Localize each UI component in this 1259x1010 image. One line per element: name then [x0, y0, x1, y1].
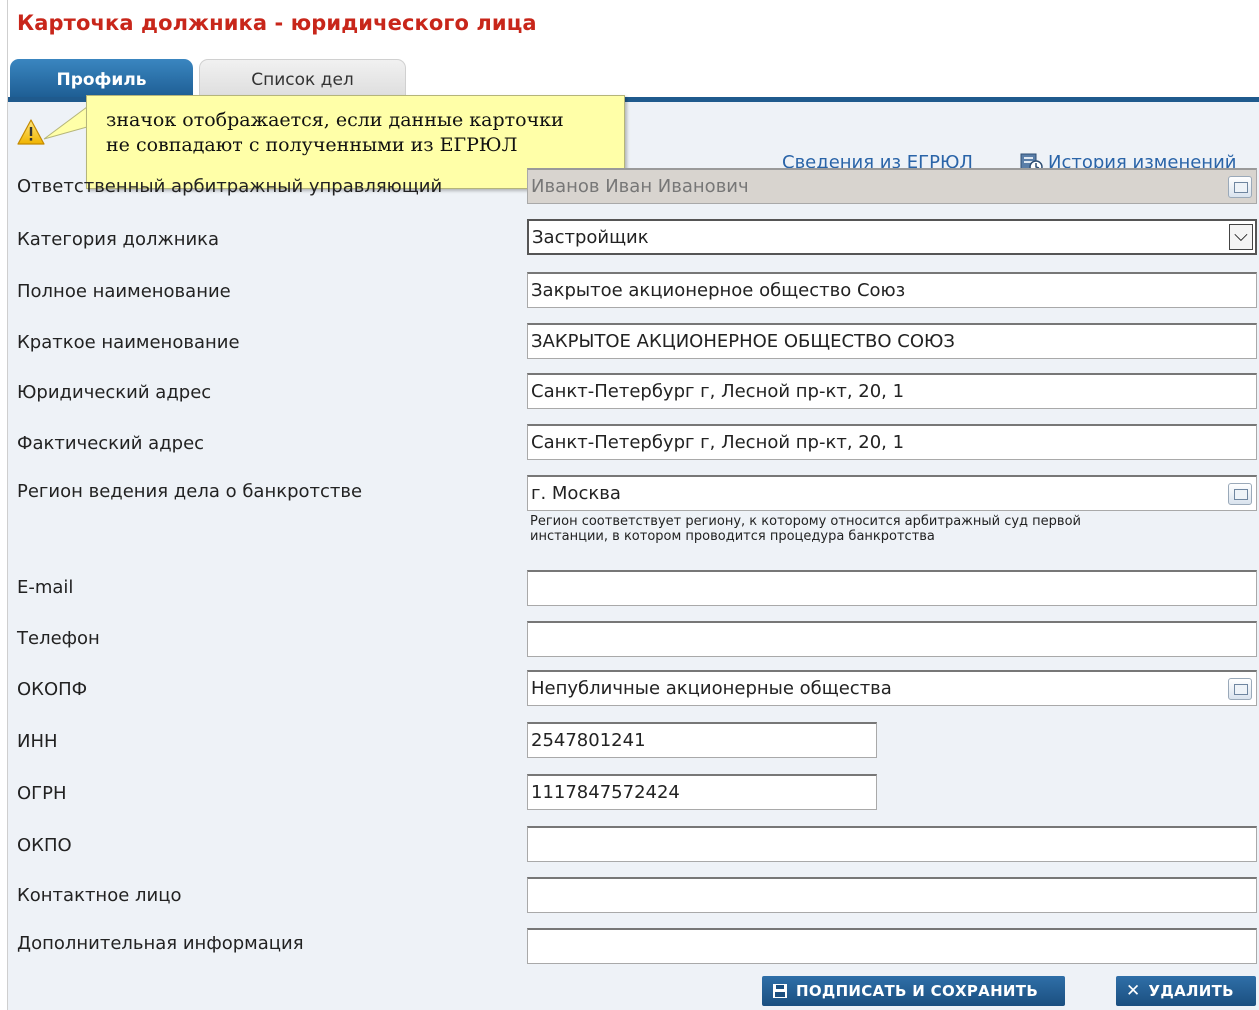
delete-button[interactable]: ✕ УДАЛИТЬ	[1116, 976, 1256, 1006]
inn-value: 2547801241	[531, 730, 646, 751]
label-okopf: ОКОПФ	[17, 679, 88, 700]
tab-case-list[interactable]: Список дел	[199, 59, 406, 100]
responsible-manager-value: Иванов Иван Иванович	[531, 176, 749, 197]
save-icon	[773, 984, 787, 998]
legal-address-input[interactable]: Санкт-Петербург г, Лесной пр-кт, 20, 1	[527, 373, 1257, 409]
label-contact-person: Контактное лицо	[17, 885, 182, 906]
ogrn-input[interactable]: 1117847572424	[527, 774, 877, 810]
responsible-manager-field: Иванов Иван Иванович	[527, 168, 1257, 204]
okpo-input[interactable]	[527, 826, 1257, 862]
okopf-field[interactable]: Непубличные акционерные общества	[527, 670, 1257, 706]
full-name-value: Закрытое акционерное общество Союз	[531, 280, 906, 301]
label-full-name: Полное наименование	[17, 281, 231, 302]
region-hint-line-1: Регион соответствует региону, к которому…	[530, 514, 1081, 529]
region-value: г. Москва	[531, 483, 621, 504]
actual-address-value: Санкт-Петербург г, Лесной пр-кт, 20, 1	[531, 432, 905, 453]
okopf-lookup-icon[interactable]	[1228, 678, 1252, 700]
sign-and-save-label: ПОДПИСАТЬ И СОХРАНИТЬ	[796, 982, 1039, 1000]
contact-person-input[interactable]	[527, 877, 1257, 913]
chevron-down-icon[interactable]: ⌵	[1229, 224, 1253, 250]
label-actual-address: Фактический адрес	[17, 433, 205, 454]
delete-label: УДАЛИТЬ	[1148, 982, 1234, 1000]
email-input[interactable]	[527, 570, 1257, 606]
debtor-category-select[interactable]: Застройщик ⌵	[527, 219, 1257, 255]
actual-address-input[interactable]: Санкт-Петербург г, Лесной пр-кт, 20, 1	[527, 424, 1257, 460]
inn-input[interactable]: 2547801241	[527, 722, 877, 758]
region-hint: Регион соответствует региону, к которому…	[530, 514, 1081, 544]
label-legal-address: Юридический адрес	[17, 382, 212, 403]
callout-line-1: значок отображается, если данные карточк…	[106, 109, 564, 131]
additional-info-input[interactable]	[527, 928, 1257, 964]
label-additional-info: Дополнительная информация	[17, 933, 304, 954]
label-email: E-mail	[17, 577, 74, 598]
region-lookup-icon[interactable]	[1228, 483, 1252, 505]
okopf-value: Непубличные акционерные общества	[531, 678, 892, 699]
label-debtor-category: Категория должника	[17, 229, 220, 250]
sign-and-save-button[interactable]: ПОДПИСАТЬ И СОХРАНИТЬ	[762, 976, 1065, 1006]
tab-profile[interactable]: Профиль	[10, 59, 193, 100]
page-title: Карточка должника - юридического лица	[17, 11, 537, 35]
callout-pointer	[43, 106, 88, 140]
label-phone: Телефон	[17, 628, 100, 649]
tab-case-list-label: Список дел	[251, 70, 354, 90]
short-name-value: ЗАКРЫТОЕ АКЦИОНЕРНОЕ ОБЩЕСТВО СОЮЗ	[531, 331, 955, 352]
full-name-input[interactable]: Закрытое акционерное общество Союз	[527, 272, 1257, 308]
tab-profile-label: Профиль	[56, 69, 147, 90]
label-okpo: ОКПО	[17, 835, 72, 856]
label-responsible-manager: Ответственный арбитражный управляющий	[17, 176, 443, 197]
short-name-input[interactable]: ЗАКРЫТОЕ АКЦИОНЕРНОЕ ОБЩЕСТВО СОЮЗ	[527, 323, 1257, 359]
debtor-category-value: Застройщик	[532, 227, 649, 248]
close-icon: ✕	[1126, 981, 1141, 1001]
ogrn-value: 1117847572424	[531, 782, 680, 803]
label-short-name: Краткое наименование	[17, 332, 240, 353]
manager-lookup-icon[interactable]	[1228, 176, 1252, 198]
label-inn: ИНН	[17, 731, 58, 752]
phone-input[interactable]	[527, 621, 1257, 657]
region-hint-line-2: инстанции, в котором проводится процедур…	[530, 529, 935, 544]
region-field[interactable]: г. Москва	[527, 475, 1257, 511]
legal-address-value: Санкт-Петербург г, Лесной пр-кт, 20, 1	[531, 381, 905, 402]
callout-line-2: не совпадают с полученными из ЕГРЮЛ	[106, 134, 518, 156]
label-region: Регион ведения дела о банкротстве	[17, 481, 363, 502]
label-ogrn: ОГРН	[17, 783, 67, 804]
